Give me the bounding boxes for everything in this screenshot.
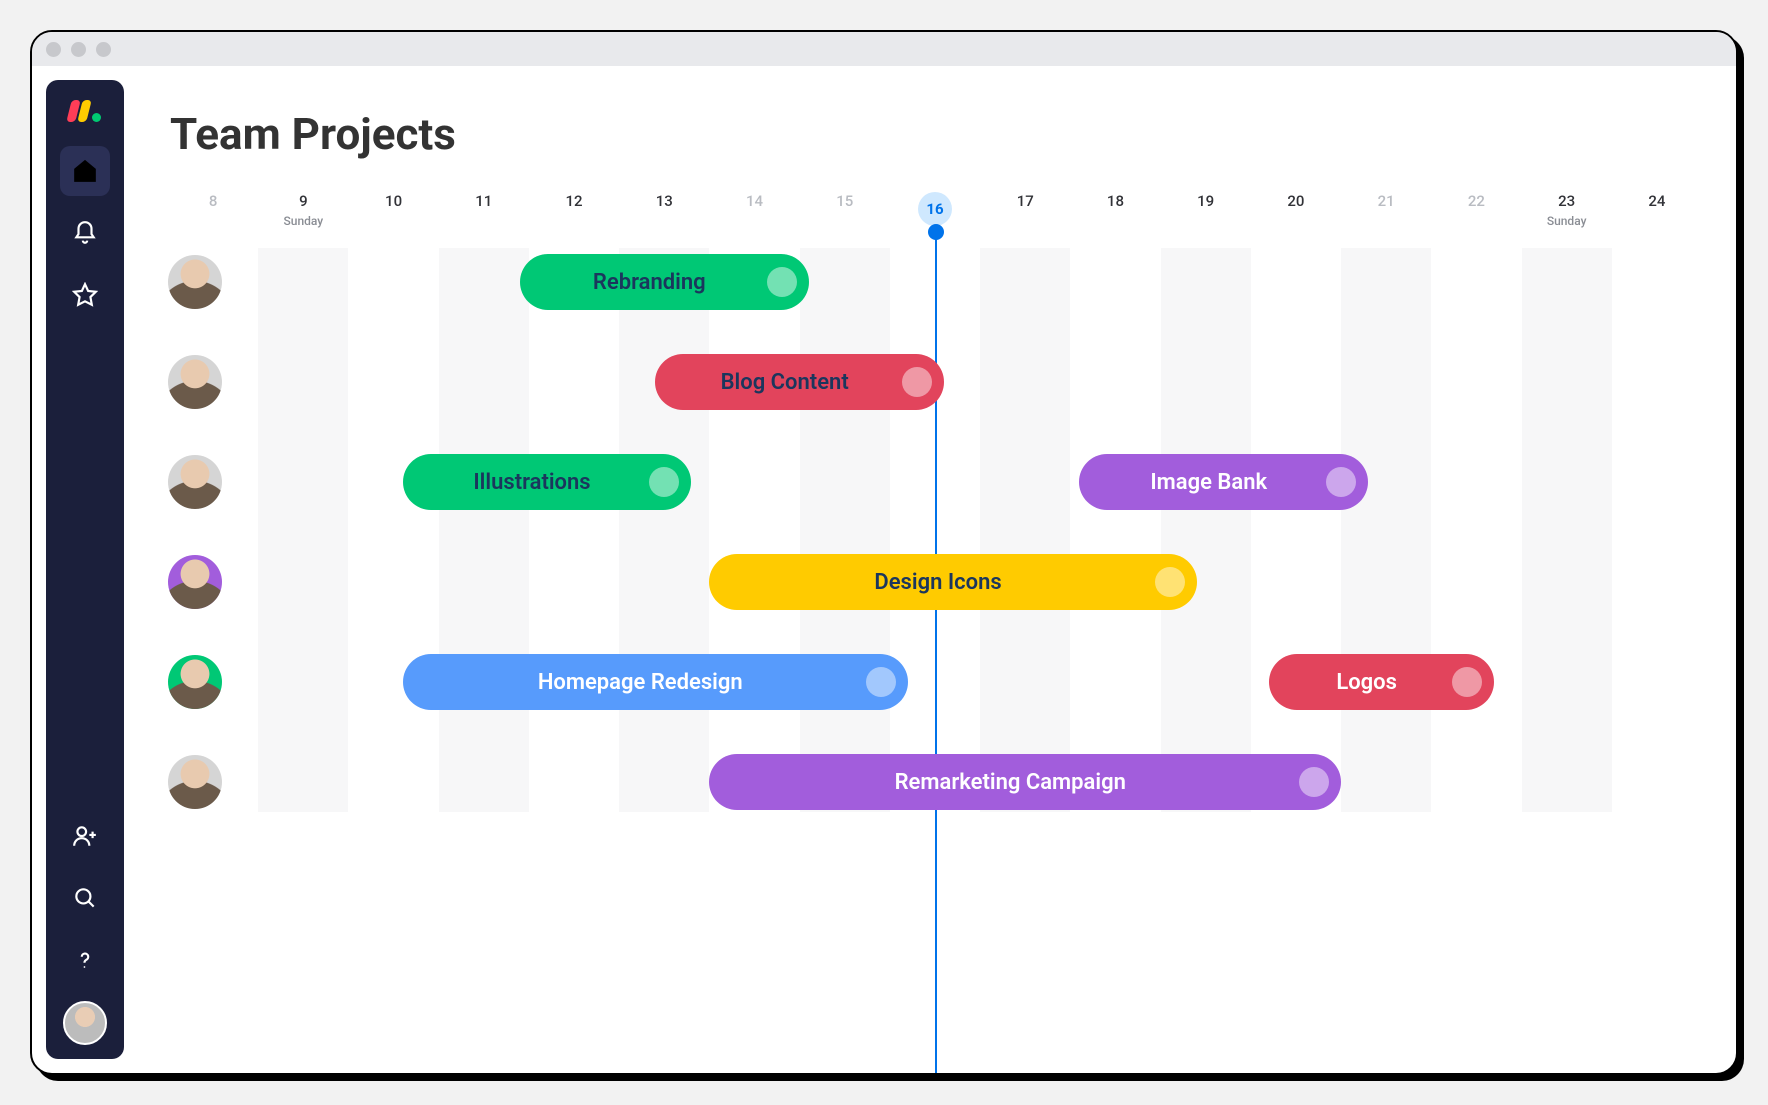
window-zoom-icon[interactable] xyxy=(96,42,111,57)
timeline-rows: Rebranding Blog Content Illustrations Image… xyxy=(168,252,1702,812)
date-column[interactable]: 20 xyxy=(1251,188,1341,228)
date-column[interactable]: 9Sunday xyxy=(258,188,348,228)
task-pill[interactable]: Rebranding xyxy=(520,254,809,310)
task-pill[interactable]: Illustrations xyxy=(403,454,692,510)
task-label: Logos xyxy=(1336,670,1397,695)
help-icon xyxy=(72,947,98,973)
task-label: Homepage Redesign xyxy=(538,670,743,695)
task-pill[interactable]: Design Icons xyxy=(709,554,1196,610)
task-label: Illustrations xyxy=(473,470,590,495)
task-label: Design Icons xyxy=(874,570,1001,595)
task-handle-icon[interactable] xyxy=(649,467,679,497)
sidebar xyxy=(46,80,124,1059)
add-user-icon xyxy=(72,823,98,849)
task-handle-icon[interactable] xyxy=(1452,667,1482,697)
date-column[interactable]: 10 xyxy=(348,188,438,228)
date-column[interactable]: 11 xyxy=(439,188,529,228)
timeline-row: Illustrations Image Bank xyxy=(168,452,1702,512)
task-label: Image Bank xyxy=(1150,470,1267,495)
task-handle-icon[interactable] xyxy=(902,367,932,397)
current-user-avatar[interactable] xyxy=(63,1001,107,1045)
timeline: 89Sunday1011121314151617181920212223Sund… xyxy=(168,188,1702,812)
bell-icon xyxy=(72,220,98,246)
timeline-row: Rebranding xyxy=(168,252,1702,312)
task-handle-icon[interactable] xyxy=(866,667,896,697)
app-window: Team Projects 89Sunday101112131415161718… xyxy=(30,30,1738,1075)
search-icon xyxy=(72,885,98,911)
task-label: Remarketing Campaign xyxy=(895,770,1126,795)
date-column[interactable]: 19 xyxy=(1161,188,1251,228)
date-column[interactable]: 12 xyxy=(529,188,619,228)
window-close-icon[interactable] xyxy=(46,42,61,57)
nav-favorites[interactable] xyxy=(60,270,110,320)
date-column[interactable]: 22 xyxy=(1431,188,1521,228)
task-pill[interactable]: Image Bank xyxy=(1079,454,1368,510)
date-column[interactable]: 8 xyxy=(168,188,258,228)
main-content: Team Projects 89Sunday101112131415161718… xyxy=(124,66,1736,1073)
date-column[interactable]: 14 xyxy=(709,188,799,228)
date-column[interactable]: 24 xyxy=(1612,188,1702,228)
window-minimize-icon[interactable] xyxy=(71,42,86,57)
task-pill[interactable]: Blog Content xyxy=(655,354,944,410)
nav-search[interactable] xyxy=(60,873,110,923)
date-column[interactable]: 21 xyxy=(1341,188,1431,228)
nav-home[interactable] xyxy=(60,146,110,196)
timeline-row: Blog Content xyxy=(168,352,1702,412)
nav-help[interactable] xyxy=(60,935,110,985)
task-label: Rebranding xyxy=(593,270,706,295)
task-pill[interactable]: Homepage Redesign xyxy=(403,654,908,710)
home-icon xyxy=(72,158,98,184)
nav-notifications[interactable] xyxy=(60,208,110,258)
task-pill[interactable]: Logos xyxy=(1269,654,1495,710)
task-handle-icon[interactable] xyxy=(1299,767,1329,797)
date-column[interactable]: 15 xyxy=(800,188,890,228)
window-titlebar xyxy=(32,32,1736,66)
task-handle-icon[interactable] xyxy=(767,267,797,297)
star-icon xyxy=(72,282,98,308)
nav-invite[interactable] xyxy=(60,811,110,861)
app-logo-icon[interactable] xyxy=(69,100,101,122)
date-column[interactable]: 23Sunday xyxy=(1522,188,1612,228)
page-title: Team Projects xyxy=(170,108,1702,160)
date-column[interactable]: 17 xyxy=(980,188,1070,228)
task-handle-icon[interactable] xyxy=(1155,567,1185,597)
task-label: Blog Content xyxy=(721,370,849,395)
date-column[interactable]: 16 xyxy=(890,188,980,228)
timeline-row: Design Icons xyxy=(168,552,1702,612)
date-column[interactable]: 13 xyxy=(619,188,709,228)
timeline-row: Remarketing Campaign xyxy=(168,752,1702,812)
task-handle-icon[interactable] xyxy=(1326,467,1356,497)
task-pill[interactable]: Remarketing Campaign xyxy=(709,754,1341,810)
date-column[interactable]: 18 xyxy=(1070,188,1160,228)
timeline-date-header: 89Sunday1011121314151617181920212223Sund… xyxy=(168,188,1702,228)
timeline-row: Homepage Redesign Logos xyxy=(168,652,1702,712)
